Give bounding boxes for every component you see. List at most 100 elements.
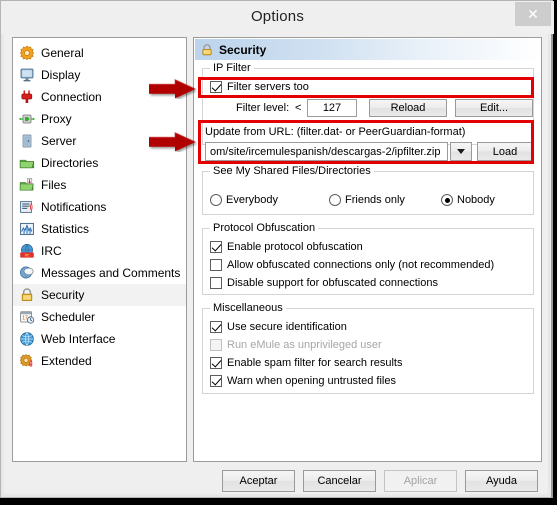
accept-button[interactable]: Aceptar [222,470,295,492]
lock-icon [200,43,214,57]
sidebar-item-label: Server [41,134,77,148]
sidebar-item-label: Files [41,178,67,192]
calendar-clock-icon: 17 [19,309,35,325]
extended-gear-icon [19,353,35,369]
close-icon[interactable]: ✕ [515,2,551,26]
sidebar-item-notifications[interactable]: Notifications [13,196,186,218]
window-title: Options [250,8,305,25]
svg-text:irc: irc [25,253,31,258]
checkbox-label: Filter servers too [227,81,309,93]
settings-pane: Security IP Filter Filter servers too Fi… [193,37,542,462]
checkbox-label: Warn when opening untrusted files [227,375,396,387]
sidebar-item-label: General [41,46,84,60]
checkbox-use-secure-identification[interactable]: Use secure identification [210,321,347,333]
globe-icon [19,331,35,347]
sidebar-item-general[interactable]: General [13,42,186,64]
sidebar-item-label: Statistics [41,222,90,236]
folder-green-icon [19,155,35,171]
sidebar-item-label: Extended [41,354,92,368]
proxy-icon [19,111,35,127]
sidebar-item-web-interface[interactable]: Web Interface [13,328,186,350]
checkbox-enable-spam-filter[interactable]: Enable spam filter for search results [210,357,402,369]
checkbox-box [210,375,222,387]
checkbox-box [210,259,222,271]
edit-button[interactable]: Edit... [455,99,533,117]
sidebar-item-security[interactable]: Security [13,284,186,306]
radio-label: Everybody [226,194,278,206]
checkbox-label: Enable spam filter for search results [227,357,403,369]
radio-everybody[interactable]: Everybody [210,194,278,206]
sidebar-item-directories[interactable]: Directories [13,152,186,174]
sidebar-item-files[interactable]: Files [13,174,186,196]
filter-level-label: Filter level: [236,102,290,114]
reload-button-label: Reload [390,102,426,114]
shared-files-group-title: See My Shared Files/Directories [210,165,374,177]
files-icon [19,177,35,193]
statistics-icon [19,221,35,237]
checkbox-label: Enable protocol obfuscation [227,241,363,253]
sidebar-item-irc[interactable]: irc IRC [13,240,186,262]
sidebar-item-label: Connection [41,90,102,104]
help-button-label: Ayuda [486,475,517,487]
sidebar-item-statistics[interactable]: Statistics [13,218,186,240]
plug-red-icon [19,89,35,105]
chevron-down-icon[interactable] [450,142,472,161]
radio-label: Friends only [345,194,405,206]
sidebar-item-label: Security [41,288,85,302]
checkbox-enable-protocol-obfuscation[interactable]: Enable protocol obfuscation [210,241,363,253]
checkbox-warn-untrusted-files[interactable]: Warn when opening untrusted files [210,375,396,387]
load-button[interactable]: Load [477,142,533,161]
sidebar-item-label: Display [41,68,81,82]
pane-header: Security [195,39,541,60]
filter-level-input[interactable]: 127 [307,99,357,117]
reload-button[interactable]: Reload [369,99,447,117]
radio-nobody[interactable]: Nobody [441,194,495,206]
checkbox-box [210,339,222,351]
pane-title: Security [219,42,267,57]
sidebar-item-label: Web Interface [41,332,116,346]
sidebar-item-extended[interactable]: Extended [13,350,186,372]
sidebar-item-label: IRC [41,244,62,258]
filter-servers-too-checkbox[interactable]: Filter servers too [210,81,309,93]
checkbox-label: Disable support for obfuscated connectio… [227,277,438,289]
monitor-icon [19,67,35,83]
checkbox-box [210,357,222,369]
protocol-obfuscation-group-title: Protocol Obfuscation [210,222,319,234]
arrow-update-url [149,131,197,155]
cancel-button-label: Cancelar [317,475,362,487]
lock-icon [19,287,35,303]
radio-circle [441,194,453,206]
dialog-footer: Aceptar Cancelar Aplicar Ayuda [1,467,554,499]
ip-filter-group-title: IP Filter [210,62,254,74]
checkbox-allow-obfuscated-only[interactable]: Allow obfuscated connections only (not r… [210,259,494,271]
update-url-input[interactable]: om/site/ircemulespanish/descargas-2/ipfi… [205,142,448,161]
radio-circle [329,194,341,206]
radio-circle [210,194,222,206]
checkbox-run-emule-unprivileged: Run eMule as unprivileged user [210,339,382,351]
update-from-url-label: Update from URL: (filter.dat- or PeerGua… [205,126,466,138]
sidebar-item-label: Notifications [41,200,107,214]
server-door-icon [19,133,35,149]
checkbox-disable-obfuscation-support[interactable]: Disable support for obfuscated connectio… [210,277,438,289]
messages-icon [19,265,35,281]
sidebar-item-messages-and-comments[interactable]: Messages and Comments [13,262,186,284]
miscellaneous-group-title: Miscellaneous [210,302,286,314]
checkbox-box [210,241,222,253]
filter-level-value: 127 [322,102,342,114]
chevron-glyph [457,149,465,154]
checkbox-label: Use secure identification [227,321,347,333]
cancel-button[interactable]: Cancelar [303,470,376,492]
shared-files-group: See My Shared Files/Directories [202,165,534,215]
radio-friends-only[interactable]: Friends only [329,194,405,206]
gear-orange-icon [19,45,35,61]
sidebar-item-proxy[interactable]: Proxy [13,108,186,130]
accept-button-label: Aceptar [239,475,278,487]
help-button[interactable]: Ayuda [465,470,538,492]
filter-level-operator: < [295,102,302,114]
options-dialog: Options ✕ General Display Connection Pro… [0,0,554,499]
sidebar-item-scheduler[interactable]: 17 Scheduler [13,306,186,328]
checkbox-label: Allow obfuscated connections only (not r… [227,259,495,271]
update-url-value: om/site/ircemulespanish/descargas-2/ipfi… [210,145,441,158]
sidebar-item-label: Proxy [41,112,72,126]
checkbox-box [210,81,222,93]
